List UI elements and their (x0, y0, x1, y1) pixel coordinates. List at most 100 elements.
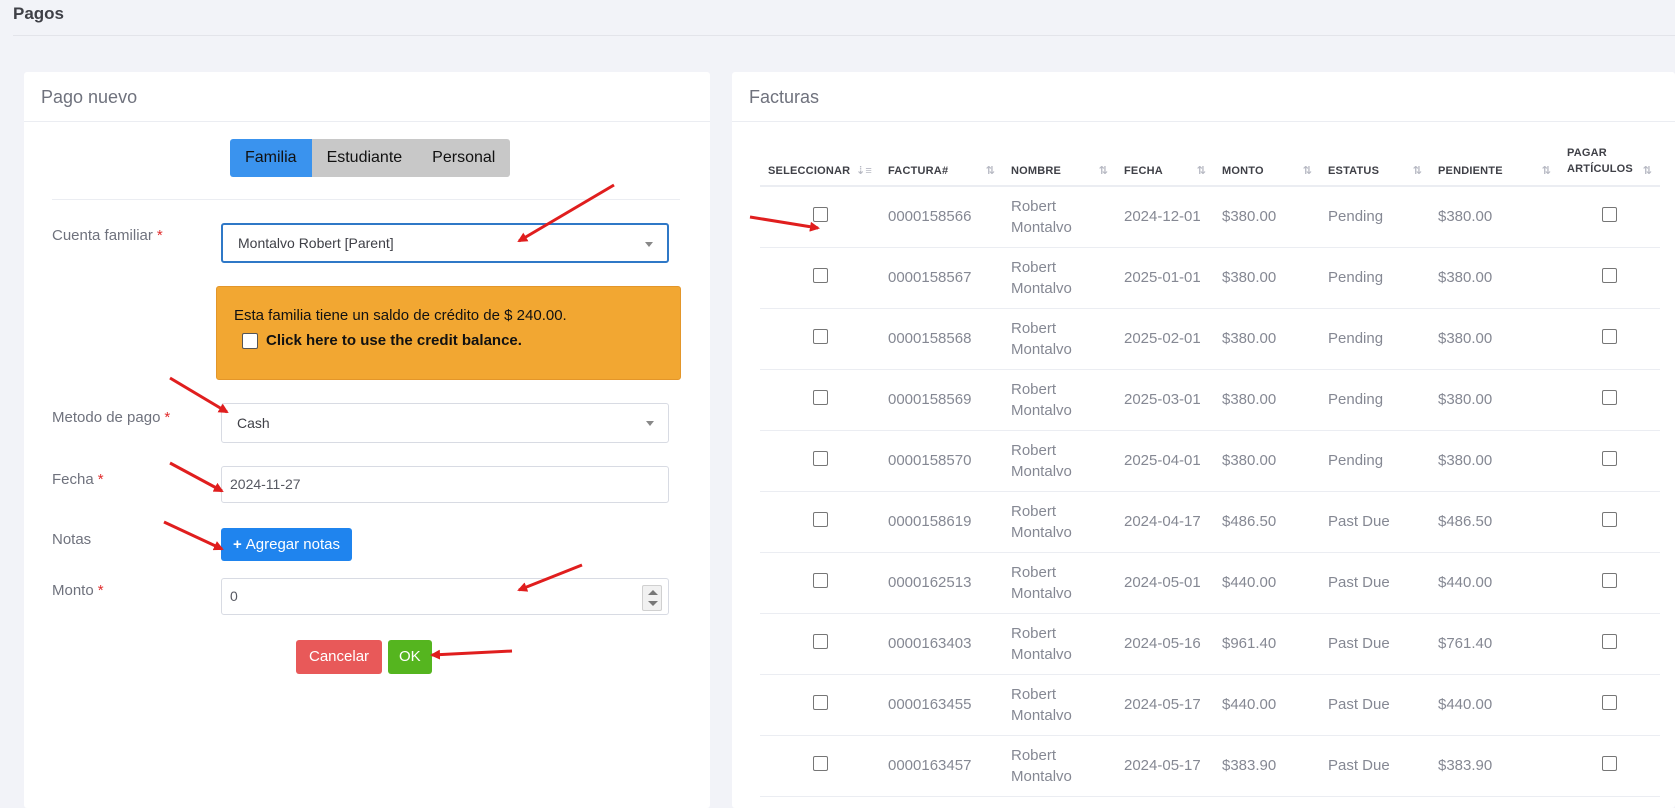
invoice-number: 0000163455 (880, 674, 1003, 736)
pay-items-checkbox[interactable] (1602, 756, 1617, 771)
invoice-number: 0000158619 (880, 491, 1003, 553)
select-checkbox[interactable] (812, 268, 828, 283)
select-checkbox[interactable] (812, 207, 828, 223)
invoice-amount: $486.50 (1214, 491, 1320, 553)
invoice-amount: $383.90 (1214, 735, 1320, 797)
pay-items-checkbox[interactable] (1602, 268, 1617, 283)
column-header-name[interactable]: NOMBRE ⇅ (1003, 144, 1116, 187)
invoice-status: Pending (1320, 247, 1430, 309)
invoice-status: Past Due (1320, 735, 1430, 797)
select-checkbox-cell (760, 247, 880, 309)
pay-items-checkbox[interactable] (1602, 512, 1617, 527)
customer-name: Robert Montalvo (1003, 430, 1116, 492)
invoices-header: Facturas (732, 72, 1675, 122)
table-row: 0000158570 Robert Montalvo 2025-04-01 $380.0… (760, 430, 1660, 492)
invoice-date: 2025-01-01 (1116, 247, 1214, 309)
table-row: 0000158619 Robert Montalvo 2024-04-17 $486.5… (760, 491, 1660, 553)
invoice-number: 0000163403 (880, 613, 1003, 675)
chevron-down-icon (645, 242, 653, 247)
tab-estudiante[interactable]: Estudiante (311, 139, 418, 177)
table-row: 0000163457 Robert Montalvo 2024-05-17 $383.9… (760, 735, 1660, 797)
invoice-number: 0000158567 (880, 247, 1003, 309)
invoice-number: 0000158568 (880, 308, 1003, 370)
select-checkbox[interactable] (812, 756, 828, 771)
sort-icon: ⇅ (1098, 165, 1108, 177)
amount-input[interactable]: 0 (221, 578, 669, 615)
family-account-select[interactable]: Montalvo Robert [Parent] (221, 223, 669, 263)
invoice-status: Pending (1320, 430, 1430, 492)
date-input[interactable]: 2024-11-27 (221, 466, 669, 503)
select-checkbox-cell (760, 369, 880, 431)
sort-icon: ⇅ (985, 165, 995, 177)
pay-items-checkbox[interactable] (1602, 207, 1617, 223)
select-checkbox[interactable] (812, 634, 828, 649)
invoice-date: 2025-03-01 (1116, 369, 1214, 431)
invoice-amount: $380.00 (1214, 186, 1320, 248)
ok-button[interactable]: OK (388, 640, 432, 674)
sort-icon: ⇅ (1196, 165, 1206, 177)
column-header-status[interactable]: ESTATUS ⇅ (1320, 144, 1430, 187)
pay-items-checkbox[interactable] (1602, 695, 1617, 710)
invoice-date: 2024-04-17 (1116, 491, 1214, 553)
new-payment-card: Pago nuevo Familia Estudiante Personal C… (24, 72, 710, 808)
select-checkbox[interactable] (812, 573, 828, 588)
column-header-invoice[interactable]: FACTURA# ⇅ (880, 144, 1003, 187)
payment-method-label: Metodo de pago * (52, 409, 171, 426)
column-header-date[interactable]: FECHA ⇅ (1116, 144, 1214, 187)
pay-items-checkbox[interactable] (1602, 390, 1617, 405)
select-checkbox[interactable] (812, 329, 828, 344)
select-checkbox[interactable] (812, 695, 828, 710)
pay-items-checkbox[interactable] (1602, 634, 1617, 649)
invoice-status: Past Due (1320, 552, 1430, 614)
cancel-button[interactable]: Cancelar (296, 640, 383, 674)
pending-amount: $761.40 (1430, 613, 1559, 675)
credit-balance-alert: Esta familia tiene un saldo de crédito d… (216, 286, 681, 380)
customer-name: Robert Montalvo (1003, 369, 1116, 431)
table-row: 0000163403 Robert Montalvo 2024-05-16 $961.4… (760, 613, 1660, 675)
select-checkbox[interactable] (812, 390, 828, 405)
payment-method-select[interactable]: Cash (221, 403, 669, 443)
sort-icon: ⇣≡ (855, 165, 872, 177)
page-title: Pagos (13, 4, 65, 23)
use-credit-label[interactable]: Click here to use the credit balance. (266, 332, 522, 349)
select-checkbox[interactable] (812, 512, 828, 527)
add-notes-button[interactable]: + Agregar notas (221, 528, 352, 561)
column-header-pay-items[interactable]: PAGAR ARTÍCULOS ⇅ (1559, 144, 1660, 187)
column-header-pending[interactable]: PENDIENTE ⇅ (1430, 144, 1559, 187)
select-checkbox-cell (760, 735, 880, 797)
pending-amount: $380.00 (1430, 308, 1559, 370)
pay-items-checkbox[interactable] (1602, 451, 1617, 466)
select-checkbox-cell (760, 491, 880, 553)
plus-icon: + (233, 536, 242, 553)
tab-familia[interactable]: Familia (230, 139, 312, 177)
pay-items-checkbox-cell (1559, 674, 1660, 736)
table-row: 0000158568 Robert Montalvo 2025-02-01 $380.0… (760, 308, 1660, 370)
column-header-amount[interactable]: MONTO ⇅ (1214, 144, 1320, 187)
credit-balance-message: Esta familia tiene un saldo de crédito d… (234, 307, 567, 324)
use-credit-checkbox[interactable] (242, 332, 258, 349)
pay-items-checkbox-cell (1559, 369, 1660, 431)
tab-personal[interactable]: Personal (417, 139, 511, 177)
chevron-down-icon (646, 421, 654, 426)
number-stepper[interactable] (642, 585, 662, 611)
pay-items-checkbox-cell (1559, 247, 1660, 309)
table-row: 0000162513 Robert Montalvo 2024-05-01 $440.0… (760, 552, 1660, 614)
customer-name: Robert Montalvo (1003, 247, 1116, 309)
pay-items-checkbox[interactable] (1602, 329, 1617, 344)
amount-label: Monto * (52, 582, 104, 599)
invoice-status: Past Due (1320, 613, 1430, 675)
column-header-select[interactable]: SELECCIONAR ⇣≡ (760, 144, 880, 187)
invoice-amount: $380.00 (1214, 247, 1320, 309)
pay-items-checkbox[interactable] (1602, 573, 1617, 588)
pending-amount: $380.00 (1430, 247, 1559, 309)
date-label: Fecha * (52, 471, 104, 488)
select-checkbox[interactable] (812, 451, 828, 466)
select-checkbox-cell (760, 430, 880, 492)
select-checkbox-cell (760, 552, 880, 614)
table-row: 0000163455 Robert Montalvo 2024-05-17 $440.0… (760, 674, 1660, 736)
pay-items-checkbox-cell (1559, 186, 1660, 248)
invoice-number: 0000158566 (880, 186, 1003, 248)
invoice-amount: $961.40 (1214, 613, 1320, 675)
customer-name: Robert Montalvo (1003, 735, 1116, 797)
invoice-number: 0000162513 (880, 552, 1003, 614)
